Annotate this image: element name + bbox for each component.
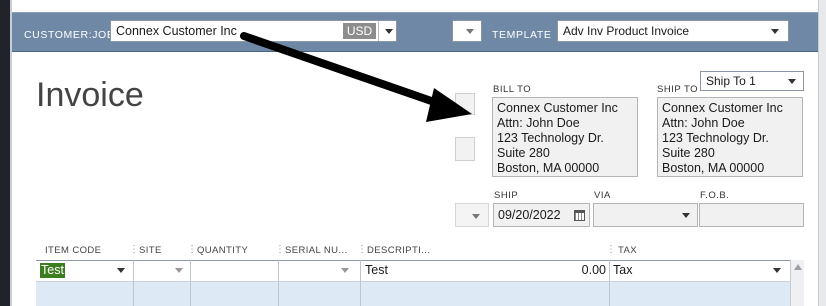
chevron-down-icon[interactable] — [341, 268, 349, 273]
cell-separator — [190, 260, 191, 306]
chevron-down-icon — [771, 29, 779, 34]
chevron-down-icon — [466, 29, 474, 34]
bill-to-line: Connex Customer Inc — [497, 101, 618, 115]
rep-dropdown[interactable] — [455, 203, 489, 227]
customer-job-dropdown[interactable]: Connex Customer Inc USD — [110, 20, 397, 42]
chevron-down-icon[interactable] — [175, 268, 183, 273]
ship-date-value: 09/20/2022 — [498, 208, 561, 222]
ship-to-line: Connex Customer Inc — [662, 101, 783, 115]
date-field[interactable] — [455, 93, 475, 115]
column-header-description[interactable]: DESCRIPTI... — [367, 245, 430, 256]
cell-separator — [360, 260, 361, 306]
column-header-site[interactable]: SITE — [139, 245, 162, 256]
fob-field[interactable] — [699, 203, 804, 227]
customer-dropdown-button[interactable] — [378, 21, 397, 41]
ship-to-line: Attn: John Doe — [662, 116, 745, 130]
ship-to-address[interactable]: Connex Customer Inc Attn: John Doe 123 T… — [657, 97, 803, 177]
customer-job-value: Connex Customer Inc — [116, 24, 237, 38]
ship-to-selected: Ship To 1 — [706, 74, 756, 88]
column-separator: ⋮ — [275, 244, 285, 255]
ship-to-dropdown[interactable]: Ship To 1 — [700, 71, 804, 91]
window-left-edge — [0, 0, 10, 306]
chevron-down-icon — [472, 214, 480, 219]
invoice-number-field[interactable] — [455, 137, 475, 161]
cell-separator — [278, 260, 279, 306]
column-header-tax[interactable]: TAX — [618, 245, 637, 256]
column-separator: ⋮ — [187, 244, 197, 255]
scroll-up-icon[interactable] — [794, 264, 802, 270]
bill-to-line: Attn: John Doe — [497, 116, 580, 130]
ship-to-label: SHIP TO — [657, 84, 698, 95]
column-separator: ⋮ — [606, 244, 616, 255]
ship-label: SHIP — [494, 190, 519, 201]
bill-to-label: BILL TO — [493, 84, 532, 95]
template-dropdown[interactable]: Adv Inv Product Invoice — [557, 20, 789, 42]
chevron-down-icon — [385, 29, 393, 34]
column-separator: ⋮ — [357, 244, 367, 255]
fob-label: F.O.B. — [700, 190, 730, 201]
customer-job-label: CUSTOMER:JOB — [24, 29, 115, 41]
table-row[interactable] — [36, 260, 790, 282]
column-separator: ⋮ — [129, 244, 139, 255]
via-dropdown[interactable] — [593, 203, 698, 227]
chevron-down-icon[interactable] — [773, 268, 781, 273]
currency-badge: USD — [343, 23, 376, 39]
column-header-item-code[interactable]: ITEM CODE — [45, 245, 101, 256]
class-dropdown[interactable] — [452, 20, 482, 42]
ship-date-field[interactable]: 09/20/2022 — [493, 203, 590, 227]
description-cell[interactable]: Test — [365, 263, 388, 277]
ship-to-line: Boston, MA 00000 — [662, 161, 765, 175]
invoice-title: Invoice — [36, 76, 144, 114]
column-header-serial[interactable]: SERIAL NU... — [285, 245, 348, 256]
tax-cell[interactable]: Tax — [613, 263, 632, 277]
bill-to-line: Suite 280 — [497, 146, 550, 160]
window-top-strip — [12, 0, 826, 12]
table-scrollbar[interactable] — [790, 260, 804, 306]
chevron-down-icon — [788, 79, 796, 84]
template-value: Adv Inv Product Invoice — [563, 24, 690, 38]
chevron-down-icon — [682, 213, 690, 218]
window-right-edge — [818, 0, 826, 306]
bill-to-line: 123 Technology Dr. — [497, 131, 604, 145]
invoice-header-bar: CUSTOMER:JOB Connex Customer Inc USD TEM… — [12, 12, 818, 52]
ship-to-line: 123 Technology Dr. — [662, 131, 769, 145]
calendar-icon[interactable] — [574, 210, 585, 221]
bill-to-address[interactable]: Connex Customer Inc Attn: John Doe 123 T… — [492, 97, 638, 177]
ship-to-line: Suite 280 — [662, 146, 715, 160]
column-header-quantity[interactable]: QUANTITY — [197, 245, 248, 256]
bill-to-line: Boston, MA 00000 — [497, 161, 600, 175]
via-label: VIA — [594, 190, 611, 201]
amount-cell[interactable]: 0.00 — [540, 263, 606, 277]
item-code-cell[interactable]: Test — [40, 263, 65, 278]
cell-separator — [609, 260, 610, 306]
cell-separator — [133, 260, 134, 306]
chevron-down-icon[interactable] — [117, 268, 125, 273]
template-label: TEMPLATE — [492, 29, 552, 41]
